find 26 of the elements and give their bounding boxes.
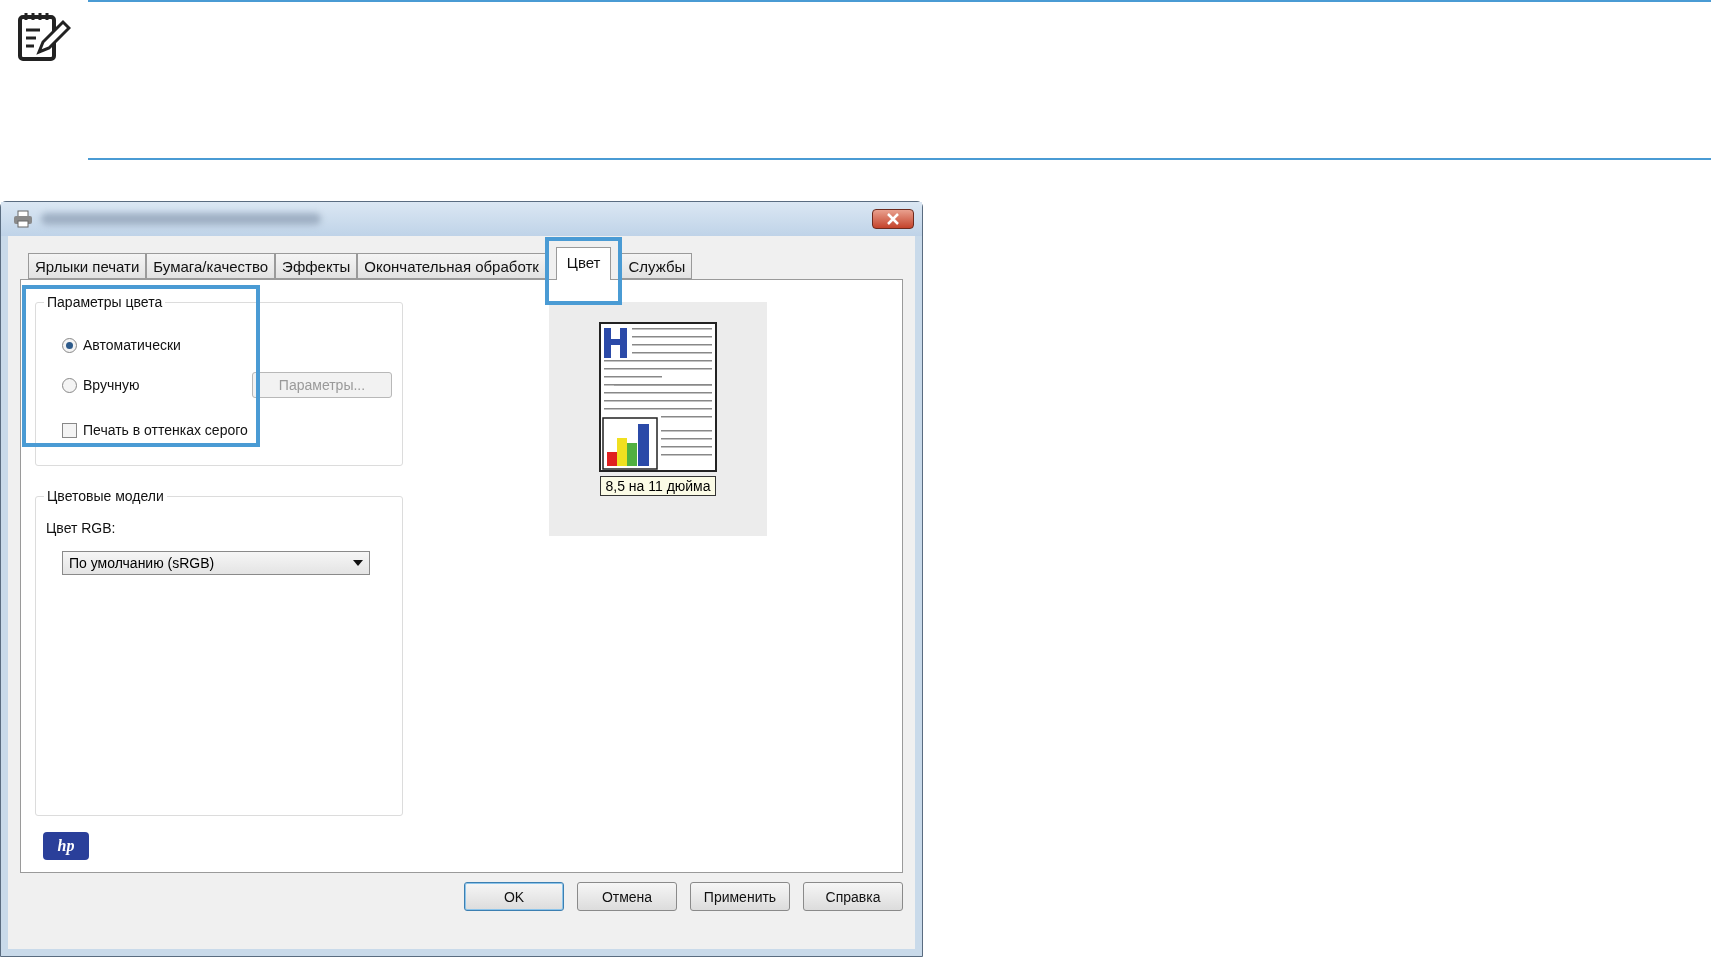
tab[interactable]: Окончательная обработк: [357, 253, 546, 279]
radio-button[interactable]: [62, 337, 77, 353]
option-label: Автоматически: [83, 337, 181, 353]
dialog-button[interactable]: OK: [464, 882, 564, 911]
group-title: Параметры цвета: [44, 294, 166, 310]
group-title: Цветовые модели: [44, 488, 167, 504]
dialog-button[interactable]: Справка: [803, 882, 903, 911]
field-label: Цвет RGB:: [46, 520, 116, 536]
option-label: Печать в оттенках серого: [83, 422, 248, 438]
paper-size-label: 8,5 на 11 дюйма: [600, 476, 716, 496]
printer-icon: [13, 210, 33, 228]
tab[interactable]: Ярлыки печати: [28, 253, 147, 279]
dropdown-caret-icon: [353, 560, 363, 566]
dialog-button[interactable]: Отмена: [577, 882, 677, 911]
close-button[interactable]: [872, 209, 914, 229]
tab[interactable]: Бумага/качество: [146, 253, 276, 279]
tab[interactable]: Цвет: [555, 247, 612, 280]
option-label: Вручную: [83, 377, 140, 393]
logo: hp: [43, 832, 89, 860]
radio-button[interactable]: [62, 377, 77, 393]
checkbox[interactable]: [62, 422, 77, 438]
dialog-button[interactable]: Применить: [690, 882, 790, 911]
close-icon: [886, 213, 900, 225]
tab[interactable]: Службы: [621, 253, 693, 279]
tab[interactable]: Эффекты: [275, 253, 358, 279]
rgb-dropdown[interactable]: По умолчанию (sRGB): [62, 551, 370, 575]
